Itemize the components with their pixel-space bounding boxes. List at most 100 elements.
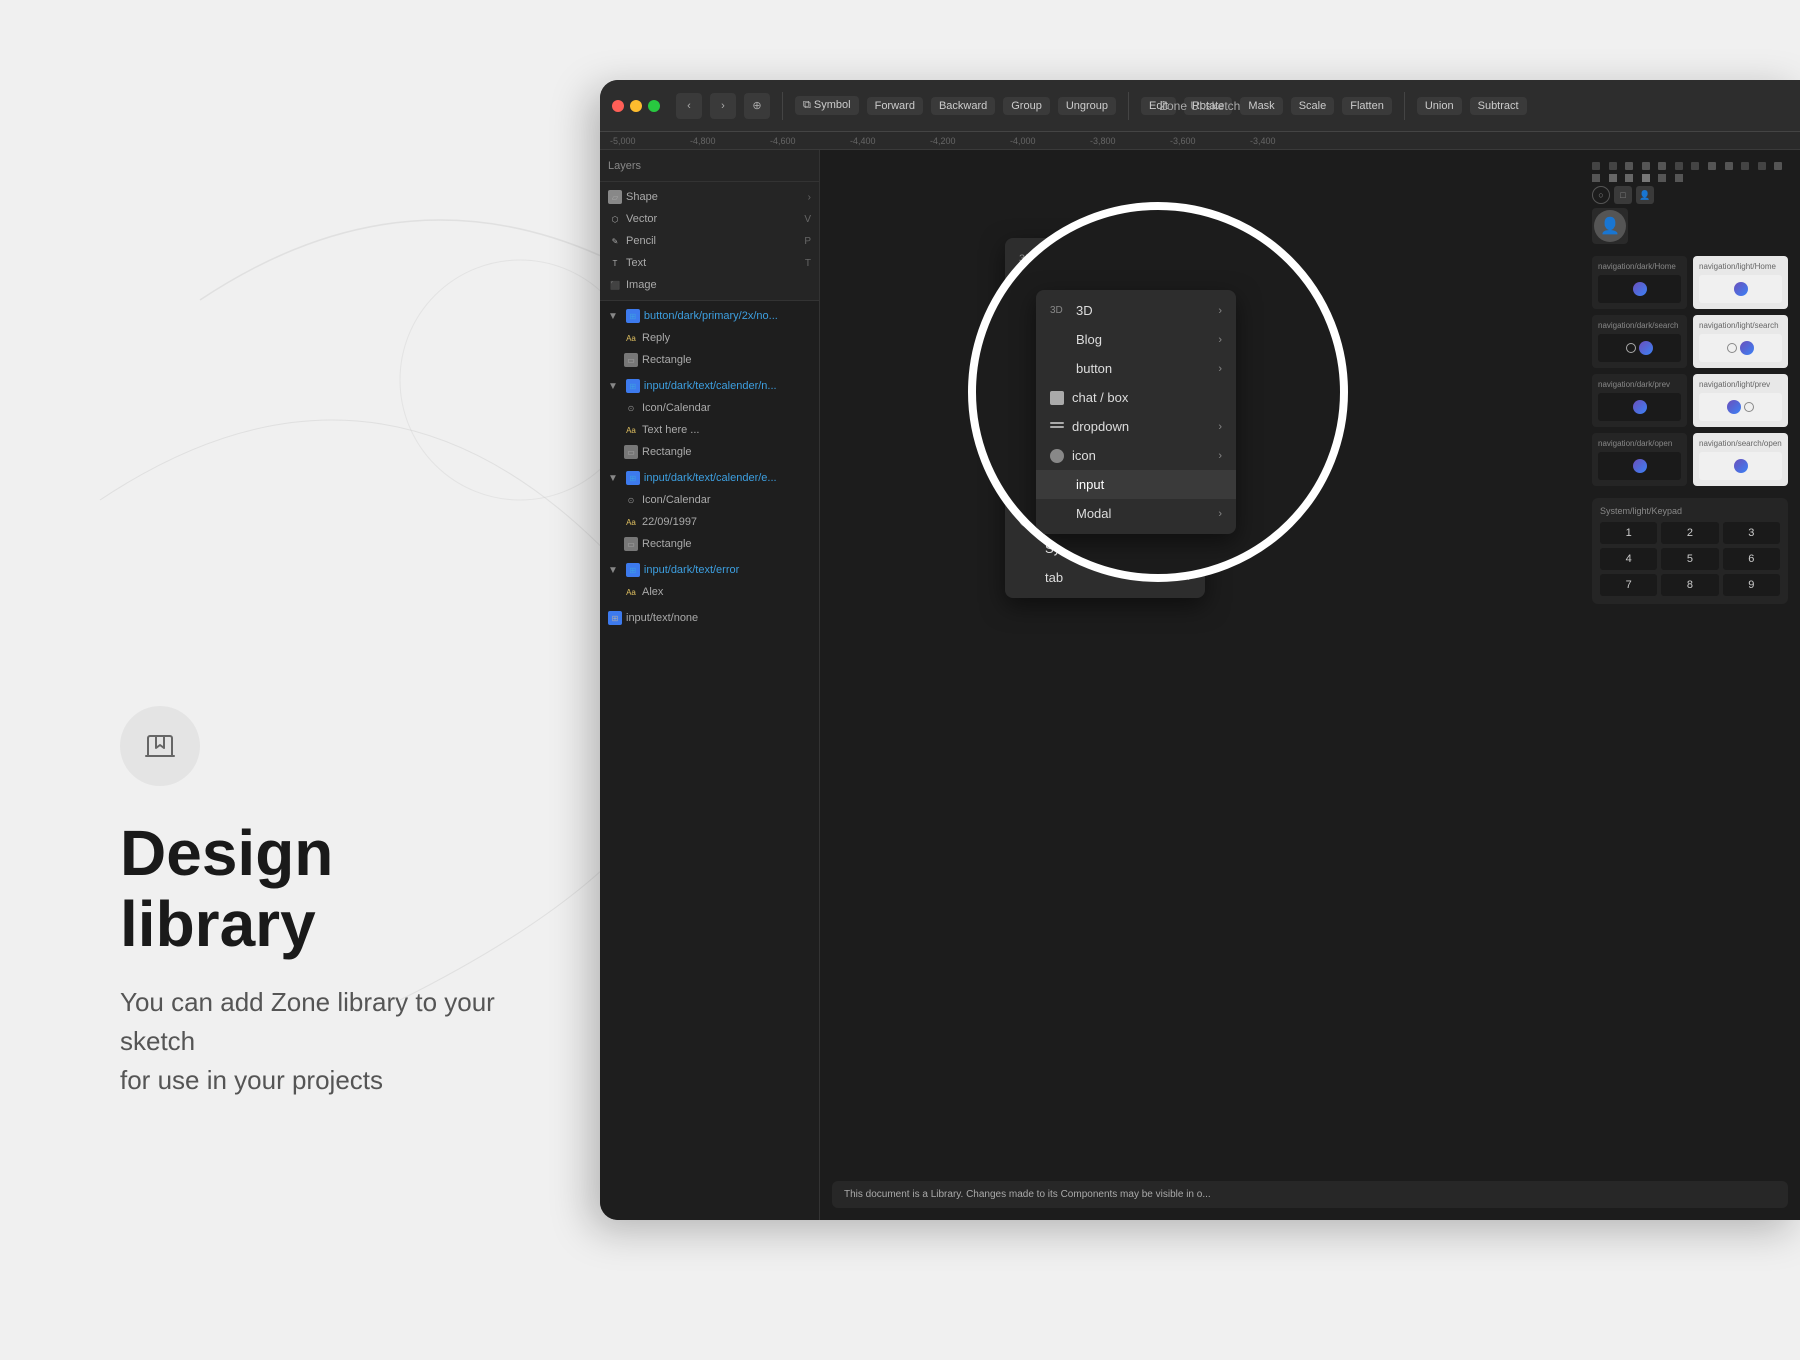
text-layer-icon2: Aa [624,423,638,437]
back-icon[interactable]: ‹ [676,93,702,119]
document-title: Zone UI.sketch [1160,99,1241,113]
keypad-key-9[interactable]: 9 [1723,574,1780,596]
vector-icon: ⬡ [608,212,622,226]
scale-btn[interactable]: Scale [1291,97,1335,115]
layer-item-input-dark2[interactable]: ▼ ⊞ input/dark/text/calender/e... [600,467,819,489]
layer-type-icon3: ⊞ [626,471,640,485]
nav-dark-home-card: navigation/dark/Home [1592,256,1687,309]
layer-item-text-here[interactable]: Aa Text here ... [600,419,819,441]
keypad-key-7[interactable]: 7 [1600,574,1657,596]
layer-type-icon: ⊞ [626,309,640,323]
image-icon: ⬛ [608,278,622,292]
keypad-title: System/light/Keypad [1600,506,1780,516]
layer-item-date[interactable]: Aa 22/09/1997 [600,511,819,533]
keypad-key-2[interactable]: 2 [1661,522,1718,544]
ruler-mark: -4,000 [1008,136,1088,146]
circle-menu-chat[interactable]: chat / box [1036,383,1236,412]
grid-cell [1741,162,1749,170]
layer-item-icon-cal2[interactable]: ⊙ Icon/Calendar [600,489,819,511]
avatar-preview: 👤 [1592,208,1628,244]
grid-cell [1658,162,1666,170]
layer-item-rectangle[interactable]: ▭ Rectangle [600,349,819,371]
backward-btn[interactable]: Backward [931,97,995,115]
layer-item-rect3[interactable]: ▭ Rectangle [600,533,819,555]
flatten-btn[interactable]: Flatten [1342,97,1392,115]
nav-dot-open [1633,459,1647,473]
maximize-button[interactable] [648,100,660,112]
menu-item-image[interactable]: ⬛ Image [600,274,819,296]
union-btn[interactable]: Union [1417,97,1462,115]
circle-menu-input[interactable]: input [1036,470,1236,499]
menu-item-shape[interactable]: ▱ Shape › [600,186,819,208]
keypad-card: System/light/Keypad 1 2 3 4 5 6 7 8 9 [1592,498,1788,604]
menu-item-vector[interactable]: ⬡ Vector V [600,208,819,230]
nav-light-search-card: navigation/light/search [1693,315,1788,368]
sketch-main-content: Layers ▱ Shape › ⬡ Vector V ✎ [600,150,1800,1220]
circle-menu-blog[interactable]: Blog › [1036,325,1236,354]
menu-item-text[interactable]: T Text T [600,252,819,274]
circle-menu-icon[interactable]: icon › [1036,441,1236,470]
group-btn[interactable]: Group [1003,97,1050,115]
circle-icon-nav [1744,402,1754,412]
circle-menu-button[interactable]: button › [1036,354,1236,383]
sketch-ruler: -5,000 -4,800 -4,600 -4,400 -4,200 -4,00… [600,132,1800,150]
layer-item-reply[interactable]: Aa Reply [600,327,819,349]
mask-btn[interactable]: Mask [1240,97,1282,115]
close-button[interactable] [612,100,624,112]
nav-dot-search [1639,341,1653,355]
search-icon-nav-light [1727,343,1737,353]
grid-cell [1708,162,1716,170]
circle-menu-3d[interactable]: 3D 3D › [1036,296,1236,325]
right-components: ○ □ 👤 👤 nav [1580,150,1800,1220]
text-layer-icon3: Aa [624,515,638,529]
layer-item-input-error[interactable]: ▼ ⊞ input/dark/text/error [600,559,819,581]
layer-item-icon-cal[interactable]: ⊙ Icon/Calendar [600,397,819,419]
keypad-key-3[interactable]: 3 [1723,522,1780,544]
tool-circle: ○ [1592,186,1610,204]
circle-menu-dropdown[interactable]: dropdown › [1036,412,1236,441]
layer-item-rect2[interactable]: ▭ Rectangle [600,441,819,463]
grid-cell [1642,162,1650,170]
icon-circle [120,706,200,786]
menu-item-pencil[interactable]: ✎ Pencil P [600,230,819,252]
forward-nav-icon[interactable]: › [710,93,736,119]
grid-cell [1758,162,1766,170]
layer-item-input-none[interactable]: ⊞ input/text/none [600,607,819,629]
circle-person-icon [1050,449,1064,463]
circle-chat-icon [1050,391,1064,405]
layer-item-input-dark[interactable]: ▼ ⊞ input/dark/text/calender/n... [600,375,819,397]
ruler-mark: -3,600 [1168,136,1248,146]
keypad-key-8[interactable]: 8 [1661,574,1718,596]
ruler-mark: -4,400 [848,136,928,146]
layer-item-button-dark[interactable]: ▼ ⊞ button/dark/primary/2x/no... [600,305,819,327]
text-layer-icon: Aa [624,331,638,345]
book-icon [142,728,178,764]
grid-cell [1642,174,1650,182]
nav-dark-search-card: navigation/dark/search [1592,315,1687,368]
subtract-btn[interactable]: Subtract [1470,97,1527,115]
tool-rect: □ [1614,186,1632,204]
minimize-button[interactable] [630,100,642,112]
insert-symbol-btn[interactable]: ⧉ Symbol [795,96,859,115]
forward-btn[interactable]: Forward [867,97,923,115]
grid-cell [1592,174,1600,182]
ruler-mark: -4,800 [688,136,768,146]
keypad-key-5[interactable]: 5 [1661,548,1718,570]
grid-cell [1592,162,1600,170]
circle-menu-modal[interactable]: Modal › [1036,499,1236,528]
subtitle: You can add Zone library to your sketch … [120,983,500,1100]
grid-cell [1658,174,1666,182]
keypad-key-4[interactable]: 4 [1600,548,1657,570]
ungroup-btn[interactable]: Ungroup [1058,97,1116,115]
icon-cal-layer2: ⊙ [624,493,638,507]
toolbar-sep-3 [1404,92,1405,120]
nav-light-open-card: navigation/search/open [1693,433,1788,486]
layer-item-alex[interactable]: Aa Alex [600,581,819,603]
left-panel: Design library You can add Zone library … [0,0,540,1360]
keypad-key-1[interactable]: 1 [1600,522,1657,544]
grid-cell [1725,162,1733,170]
insert-icon[interactable]: ⊕ [744,93,770,119]
keypad-key-6[interactable]: 6 [1723,548,1780,570]
toolbar-sep-1 [782,92,783,120]
nav-dark-prev-card: navigation/dark/prev [1592,374,1687,427]
